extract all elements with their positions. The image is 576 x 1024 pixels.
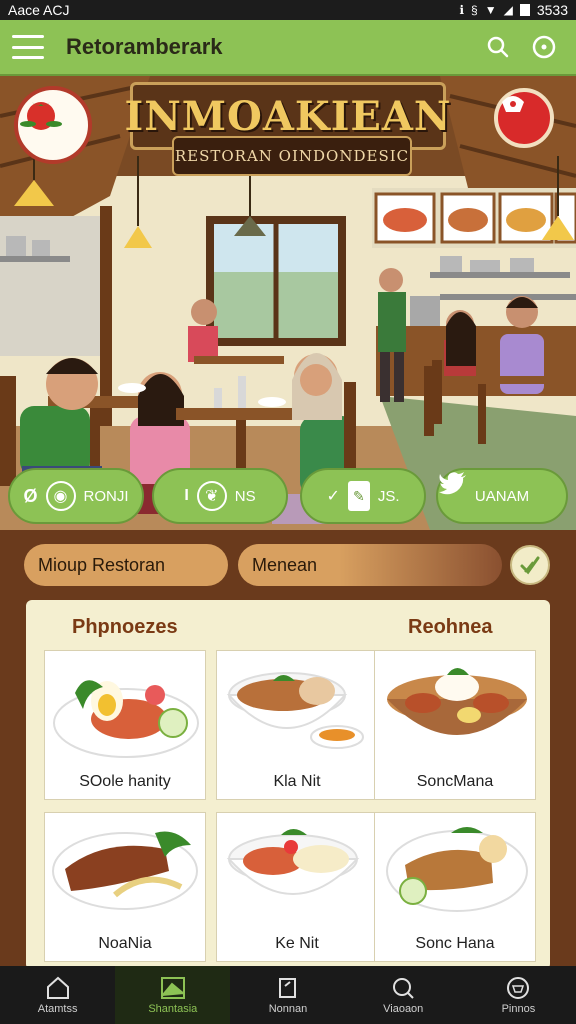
search-icon — [487, 36, 509, 58]
chip-uanam[interactable]: UANAM — [436, 468, 568, 524]
nav-item-gallery[interactable]: Shantasia — [115, 966, 231, 1024]
nav-label: Viaoaon — [383, 1002, 424, 1015]
battery-icon — [519, 4, 530, 16]
sync-icon: § — [471, 3, 478, 17]
dish-card[interactable]: Ke Nit — [216, 812, 378, 962]
chip-label: NS — [234, 487, 256, 505]
menu-section: Mioup Restoran Menean Phpnoezes Reohnea — [0, 530, 576, 970]
emblem-icon — [502, 96, 524, 112]
check-icon — [520, 556, 540, 575]
filter-pill-menu[interactable]: Menean — [238, 544, 502, 586]
dish-card[interactable]: Kla Nit — [216, 650, 378, 800]
dish-name: SOole hanity — [79, 773, 171, 790]
dish-name: Sonc Hana — [415, 935, 495, 952]
dish-name: NoaNia — [98, 935, 152, 952]
bar-glyph-icon: I — [184, 487, 189, 504]
section-heading-right: Reohnea — [408, 616, 493, 638]
nav-label: Nonnan — [268, 1002, 308, 1015]
wifi-icon: ▼ — [484, 3, 497, 17]
nav-label: Shantasia — [148, 1002, 198, 1015]
chip-js[interactable]: ✓ ✎ JS. — [300, 468, 426, 524]
nav-label: Pinnos — [501, 1002, 536, 1015]
chip-label: UANAM — [474, 487, 530, 505]
basket-icon — [507, 976, 530, 999]
dish-card[interactable]: Sonc Hana — [374, 812, 536, 962]
dish-image — [386, 827, 528, 912]
nav-item-offers[interactable]: Nonnan — [230, 966, 345, 1024]
clock-label: 3533 — [536, 2, 568, 18]
chip-ns[interactable]: I ❦ NS — [152, 468, 288, 524]
nav-item-search[interactable]: Viaoaon — [346, 966, 461, 1024]
status-icons: ℹ § ▼ ◢ 3533 — [459, 2, 568, 18]
search-icon — [393, 977, 414, 999]
section-heading-left: Phpnoezes — [72, 616, 178, 638]
dish-card[interactable]: SoncMana — [374, 650, 536, 800]
bird-icon — [439, 472, 466, 495]
tomato-icon — [20, 102, 62, 130]
nav-item-home[interactable]: Atamtss — [0, 966, 115, 1024]
dish-image — [226, 672, 364, 749]
filter-pill-restaurant[interactable]: Mioup Restoran — [24, 544, 228, 586]
restaurant-hero-illustration: INMOAKIEAN RESTORAN OINDONDESIC Ø ◉ RONJ… — [0, 76, 576, 530]
image-icon — [160, 976, 185, 999]
nav-item-basket[interactable]: Pinnos — [461, 966, 576, 1024]
chip-label: RONJI — [83, 487, 129, 505]
banner-title: INMOAKIEAN — [124, 92, 452, 140]
red-emblem-badge[interactable] — [494, 88, 554, 148]
dish-name: Ke Nit — [275, 935, 319, 952]
leaf-icon: ❦ — [196, 481, 227, 511]
app-bar: Retoramberark — [0, 20, 576, 76]
circle-dot-icon — [532, 35, 556, 59]
dish-image — [226, 829, 360, 895]
dish-image — [53, 680, 199, 758]
banner-subtitle: RESTORAN OINDONDESIC — [174, 147, 410, 165]
check-icon: ✓ — [326, 488, 340, 505]
home-icon — [46, 976, 69, 999]
dish-card[interactable]: NoaNia — [44, 812, 206, 962]
dish-card[interactable]: SOole hanity — [44, 650, 206, 800]
menu-card: Phpnoezes Reohnea SOole hanity Kla Nit S… — [26, 600, 550, 970]
search-button[interactable] — [478, 27, 518, 67]
chip-label: JS. — [377, 487, 400, 505]
restaurant-subtitle-sign: RESTORAN OINDONDESIC — [172, 136, 412, 176]
tag-icon — [279, 977, 296, 998]
confirm-filter-button[interactable] — [510, 545, 550, 585]
more-button[interactable] — [524, 27, 564, 67]
carrier-label: Aace ACJ — [8, 2, 70, 18]
app-screen: Aace ACJ ℹ § ▼ ◢ 3533 Retoramberark INMO… — [0, 0, 576, 1024]
notification-icon: ℹ — [459, 3, 465, 17]
o-glyph-icon: Ø — [23, 485, 38, 506]
signal-icon: ◢ — [503, 3, 513, 17]
filter-row: Mioup Restoran Menean — [24, 544, 554, 588]
chip-ronji[interactable]: Ø ◉ RONJI — [8, 468, 144, 524]
dish-image — [387, 668, 527, 735]
bottom-navigation: Atamtss Shantasia Nonnan Viaoaon Pinnos — [0, 966, 576, 1024]
pin-icon: ✎ — [347, 481, 370, 511]
dish-name: Kla Nit — [273, 773, 321, 790]
dish-name: SoncMana — [416, 773, 494, 790]
tomato-logo — [14, 86, 92, 164]
status-bar: Aace ACJ ℹ § ▼ ◢ 3533 — [0, 0, 576, 20]
nav-label: Atamtss — [37, 1002, 78, 1015]
app-title: Retoramberark — [66, 34, 223, 59]
hamburger-menu-button[interactable] — [12, 35, 44, 59]
dish-image — [52, 831, 198, 910]
camera-icon: ◉ — [45, 481, 76, 511]
